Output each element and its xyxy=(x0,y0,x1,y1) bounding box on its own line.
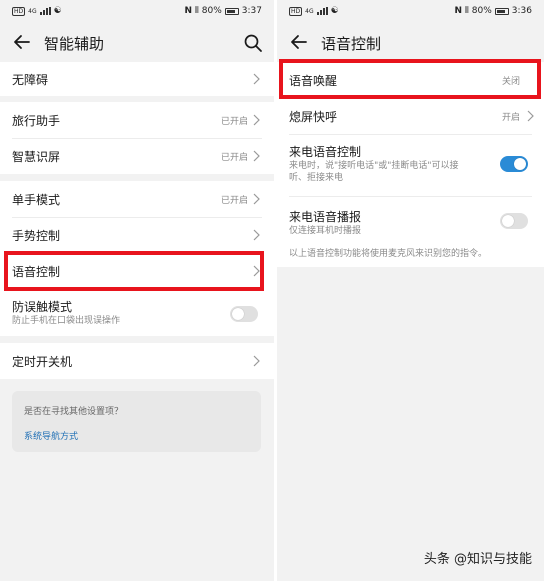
chevron-right-icon xyxy=(253,193,260,205)
item-label: 定时开关机 xyxy=(12,355,73,369)
vibrate-icon: ⫴ xyxy=(194,6,199,16)
clock: 3:36 xyxy=(511,6,532,16)
item-label: 手势控制 xyxy=(12,229,61,243)
list-item-accidental-touch: 防误触模式 防止手机在口袋出现误操作 xyxy=(0,289,274,336)
item-label: 无障碍 xyxy=(12,73,49,87)
item-label: 防误触模式 xyxy=(12,300,73,314)
signal-icon xyxy=(316,7,328,15)
battery-percent: 80% xyxy=(201,6,222,16)
hd-badge: HD xyxy=(12,6,26,16)
toggle-knob xyxy=(514,158,526,170)
battery-icon xyxy=(494,7,509,15)
page-title: 智能辅助 xyxy=(44,35,105,53)
incoming-call-announce-toggle[interactable] xyxy=(500,213,528,229)
item-label: 旅行助手 xyxy=(12,114,61,128)
app-bar: 智能辅助 xyxy=(0,24,274,62)
settings-group-smart: 旅行助手 已开启 智慧识屏 已开启 xyxy=(0,102,274,174)
item-label: 来电语音控制 xyxy=(289,145,362,159)
status-bar: HD 4G ☯ N ⫴ 80% 3:36 xyxy=(277,0,544,24)
app-notification-icon: ☯ xyxy=(53,6,62,16)
chevron-right-icon xyxy=(253,355,260,367)
clock: 3:37 xyxy=(241,6,262,16)
accidental-touch-toggle[interactable] xyxy=(230,306,258,322)
status-bar: HD 4G ☯ N ⫴ 80% 3:37 xyxy=(0,0,274,24)
settings-group-accessibility: 无障碍 xyxy=(0,62,274,96)
chevron-right-icon xyxy=(253,229,260,241)
item-status: 已开启 xyxy=(220,196,248,206)
app-notification-icon: ☯ xyxy=(330,6,339,16)
network-type: 4G xyxy=(305,7,314,15)
list-item-scheduled-power[interactable]: 定时开关机 xyxy=(0,343,274,379)
nfc-icon: N xyxy=(454,6,462,16)
list-item-screen-off-call[interactable]: 熄屏快呼 开启 xyxy=(277,98,544,134)
search-icon[interactable] xyxy=(242,32,264,54)
incoming-call-voice-toggle[interactable] xyxy=(500,156,528,172)
list-item-incoming-call-voice-control: 来电语音控制 来电时，说"接听电话"或"挂断电话"可以接 听、拒接来电 xyxy=(277,134,544,196)
highlight-box xyxy=(4,251,264,291)
battery-percent: 80% xyxy=(471,6,492,16)
right-screen: HD 4G ☯ N ⫴ 80% 3:36 语音控制 语音唤醒 关闭 熄屏快呼 开… xyxy=(277,0,544,581)
settings-group-schedule: 定时开关机 xyxy=(0,343,274,379)
list-item-incoming-call-announcement: 来电语音播报 仅连接耳机时播报 xyxy=(277,196,544,246)
list-item-gesture-control[interactable]: 手势控制 xyxy=(0,217,274,253)
item-status: 开启 xyxy=(501,113,520,123)
item-description: 仅连接耳机时播报 xyxy=(289,226,362,236)
hd-badge: HD xyxy=(289,6,303,16)
microphone-note: 以上语音控制功能将使用麦克风来识别您的指令。 xyxy=(289,249,488,259)
chevron-right-icon xyxy=(253,114,260,126)
app-bar: 语音控制 xyxy=(277,24,544,62)
item-description-line-1: 来电时，说"接听电话"或"挂断电话"可以接 xyxy=(289,161,459,171)
item-status: 已开启 xyxy=(220,117,248,127)
highlight-box xyxy=(279,59,541,99)
chevron-right-icon xyxy=(527,110,534,122)
back-arrow-icon[interactable] xyxy=(12,32,32,52)
item-label: 智慧识屏 xyxy=(12,150,61,164)
item-description: 防止手机在口袋出现误操作 xyxy=(12,316,121,326)
vibrate-icon: ⫴ xyxy=(464,6,469,16)
chevron-right-icon xyxy=(253,150,260,162)
nfc-icon: N xyxy=(184,6,192,16)
page-title: 语音控制 xyxy=(321,35,382,53)
list-item-accessibility[interactable]: 无障碍 xyxy=(0,62,274,96)
list-item-travel-assistant[interactable]: 旅行助手 已开启 xyxy=(0,102,274,138)
suggestion-question: 是否在寻找其他设置项？ xyxy=(24,407,124,417)
chevron-right-icon xyxy=(253,73,260,85)
toggle-knob xyxy=(232,308,244,320)
watermark: 头条 @知识与技能 xyxy=(423,552,532,567)
toggle-knob xyxy=(502,215,514,227)
item-label: 单手模式 xyxy=(12,193,61,207)
item-label: 熄屏快呼 xyxy=(289,110,338,124)
battery-icon xyxy=(224,7,239,15)
suggestion-card: 是否在寻找其他设置项？ 系统导航方式 xyxy=(12,391,261,452)
item-status: 已开启 xyxy=(220,153,248,163)
signal-icon xyxy=(39,7,51,15)
system-navigation-link[interactable]: 系统导航方式 xyxy=(24,429,78,442)
left-screen: HD 4G ☯ N ⫴ 80% 3:37 智能辅助 无障碍 旅行助手 已开启 智… xyxy=(0,0,274,581)
back-arrow-icon[interactable] xyxy=(289,32,309,52)
network-type: 4G xyxy=(28,7,37,15)
item-description-line-2: 听、拒接来电 xyxy=(289,173,344,183)
list-item-one-hand-mode[interactable]: 单手模式 已开启 xyxy=(0,181,274,217)
item-label: 来电语音播报 xyxy=(289,210,362,224)
list-item-screen-recognition[interactable]: 智慧识屏 已开启 xyxy=(0,138,274,174)
